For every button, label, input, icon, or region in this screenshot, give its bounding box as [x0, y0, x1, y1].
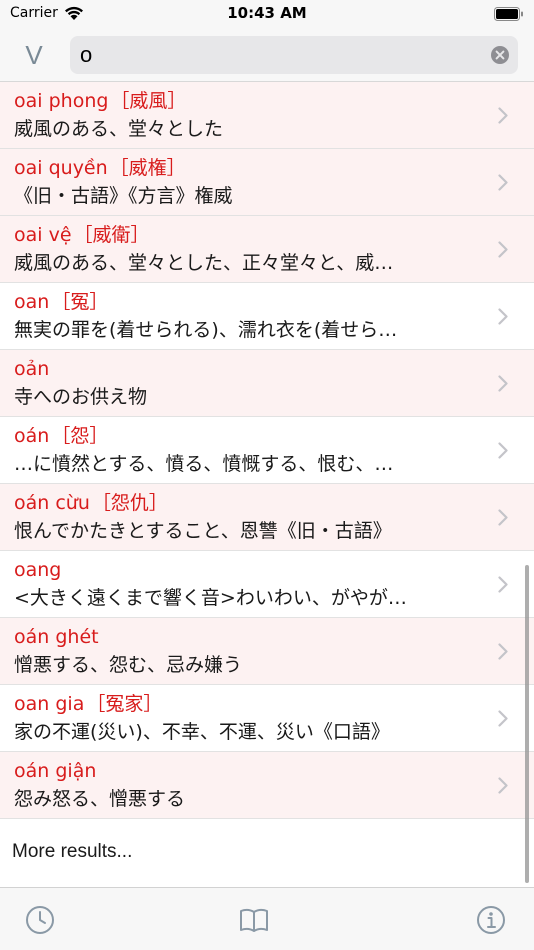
- search-header: V o: [0, 28, 534, 82]
- battery-icon: [494, 7, 523, 21]
- chevron-right-icon: [498, 107, 508, 124]
- search-input[interactable]: o: [80, 42, 92, 68]
- term-kanji: ［怨］: [51, 425, 109, 447]
- chevron-right-icon: [498, 241, 508, 258]
- chevron-right-icon: [498, 777, 508, 794]
- list-item[interactable]: oai quyền ［威権］ 《旧・古語》《方言》権威: [0, 149, 534, 216]
- entry-definition: 寺へのお供え物: [14, 386, 148, 408]
- tab-bar: [0, 887, 534, 950]
- entry-term: oán cừu ［怨仇］: [14, 492, 168, 514]
- entry-definition: …に憤然とする、憤る、憤慨する、恨む、…: [14, 453, 394, 475]
- entry-term: oang: [14, 559, 63, 581]
- term-kanji: ［威権］: [109, 157, 186, 179]
- chevron-right-icon: [498, 308, 508, 325]
- entry-term: oai quyền ［威権］: [14, 157, 186, 179]
- status-bar: Carrier 10:43 AM: [0, 0, 534, 28]
- term-text: oai quyền: [14, 157, 108, 179]
- term-text: oai vệ: [14, 224, 72, 246]
- entry-definition: 怨み怒る、憎悪する: [14, 788, 186, 810]
- info-icon[interactable]: [475, 904, 507, 936]
- list-item[interactable]: oai phong ［威風］ 威風のある、堂々とした: [0, 82, 534, 149]
- book-icon[interactable]: [238, 904, 270, 936]
- entry-definition: 威風のある、堂々とした: [14, 118, 224, 140]
- language-toggle-button[interactable]: V: [20, 40, 48, 70]
- term-kanji: ［冤家］: [86, 693, 163, 715]
- entry-term: oán ghét: [14, 626, 101, 648]
- entry-term: oan ［冤］: [14, 291, 108, 313]
- status-time: 10:43 AM: [227, 4, 307, 22]
- list-item[interactable]: oán cừu ［怨仇］ 恨んでかたきとすること、恩讐《旧・古語》: [0, 484, 534, 551]
- entry-definition: 威風のある、堂々とした、正々堂々と、威…: [14, 252, 394, 274]
- clock-icon[interactable]: [24, 904, 56, 936]
- search-field[interactable]: o: [70, 36, 518, 74]
- term-text: oán: [14, 425, 50, 447]
- entry-term: oan gia ［冤家］: [14, 693, 162, 715]
- list-item[interactable]: oán ［怨］ …に憤然とする、憤る、憤慨する、恨む、…: [0, 417, 534, 484]
- chevron-right-icon: [498, 174, 508, 191]
- term-kanji: ［怨仇］: [91, 492, 168, 514]
- entry-definition: 恨んでかたきとすること、恩讐《旧・古語》: [14, 520, 392, 542]
- list-item[interactable]: oang <大きく遠くまで響く音>わいわい、がやが…: [0, 551, 534, 618]
- list-item[interactable]: oán giận 怨み怒る、憎悪する: [0, 752, 534, 819]
- chevron-right-icon: [498, 375, 508, 392]
- list-item[interactable]: oản 寺へのお供え物: [0, 350, 534, 417]
- scrollbar[interactable]: [525, 565, 529, 883]
- entry-definition: 家の不運(災い)、不幸、不運、災い《口語》: [14, 721, 390, 743]
- more-results-button[interactable]: More results...: [0, 819, 534, 886]
- term-kanji: ［威風］: [110, 90, 187, 112]
- entry-definition: 憎悪する、怨む、忌み嫌う: [14, 654, 243, 676]
- chevron-right-icon: [498, 442, 508, 459]
- more-results-label: More results...: [12, 841, 133, 862]
- list-item[interactable]: oai vệ ［威衛］ 威風のある、堂々とした、正々堂々と、威…: [0, 216, 534, 283]
- term-kanji: ［威衛］: [73, 224, 150, 246]
- term-text: oai phong: [14, 90, 109, 112]
- clear-icon[interactable]: [491, 46, 509, 64]
- chevron-right-icon: [498, 643, 508, 660]
- term-text: oan: [14, 291, 50, 313]
- list-item[interactable]: oan ［冤］ 無実の罪を(着せられる)、濡れ衣を(着せら…: [0, 283, 534, 350]
- entry-term: oán ［怨］: [14, 425, 108, 447]
- chevron-right-icon: [498, 509, 508, 526]
- term-text: oán cừu: [14, 492, 90, 514]
- term-text: oán ghét: [14, 626, 99, 648]
- entry-term: oán giận: [14, 760, 98, 782]
- entry-definition: 《旧・古語》《方言》権威: [14, 185, 233, 207]
- entry-definition: 無実の罪を(着せられる)、濡れ衣を(着せら…: [14, 319, 398, 341]
- term-text: oan gia: [14, 693, 85, 715]
- term-kanji: ［冤］: [51, 291, 109, 313]
- term-text: oán giận: [14, 760, 97, 782]
- entry-term: oản: [14, 358, 51, 380]
- results-list[interactable]: oai phong ［威風］ 威風のある、堂々とした oai quyền ［威権］ …: [0, 82, 534, 887]
- chevron-right-icon: [498, 576, 508, 593]
- list-item[interactable]: oan gia ［冤家］ 家の不運(災い)、不幸、不運、災い《口語》: [0, 685, 534, 752]
- chevron-right-icon: [498, 710, 508, 727]
- term-text: oản: [14, 358, 50, 380]
- term-text: oang: [14, 559, 62, 581]
- entry-term: oai phong ［威風］: [14, 90, 186, 112]
- entry-definition: <大きく遠くまで響く音>わいわい、がやが…: [14, 587, 407, 609]
- entry-term: oai vệ ［威衛］: [14, 224, 150, 246]
- screen: Carrier 10:43 AM V o oai phong ［威風］ 威風のある…: [0, 0, 534, 950]
- list-item[interactable]: oán ghét 憎悪する、怨む、忌み嫌う: [0, 618, 534, 685]
